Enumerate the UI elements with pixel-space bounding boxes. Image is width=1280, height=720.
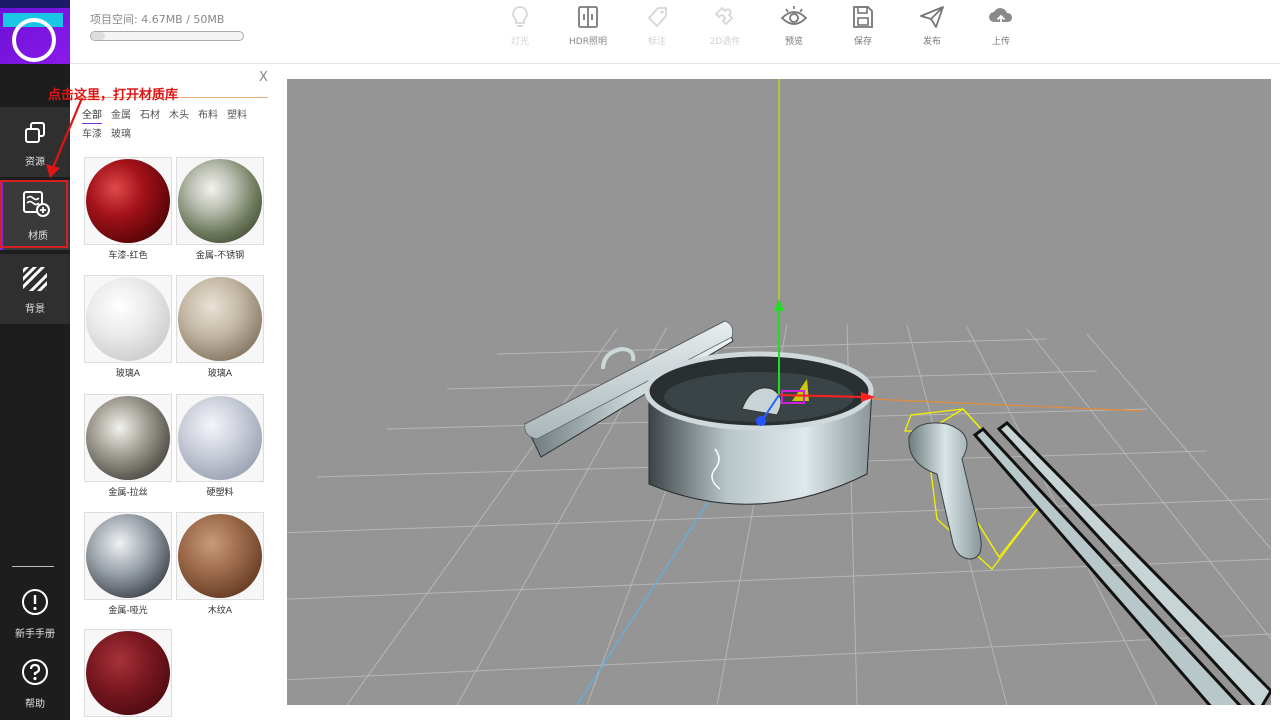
tool-tag-button[interactable]: 标注 — [627, 4, 687, 54]
sidebar-divider — [12, 566, 54, 567]
material-name: 金属-哑光 — [108, 606, 148, 616]
tag-icon — [647, 7, 667, 28]
tutorial-arrow-icon — [46, 97, 84, 178]
material-card[interactable]: 木纹A — [176, 512, 264, 616]
tool-label: 预览 — [784, 37, 803, 47]
sidebar-item-label: 新手手册 — [15, 629, 55, 640]
material-sphere — [178, 396, 262, 480]
app: 资源 材质 背景 新手手册 帮助 项目空间: 4.67MB / 50MB 灯光 … — [0, 0, 1280, 720]
material-name: 玻璃A — [115, 369, 141, 379]
logo-header-strip — [0, 0, 70, 8]
puzzle-icon — [714, 6, 734, 26]
material-sphere — [178, 277, 262, 361]
scene-canvas[interactable] — [287, 79, 1271, 705]
tool-save-button[interactable]: 保存 — [833, 4, 893, 54]
sidebar-item-label: 帮助 — [25, 699, 45, 710]
material-sphere — [86, 396, 170, 480]
sidebar-item-help[interactable]: 帮助 — [0, 654, 70, 720]
tool-label: 灯光 — [510, 37, 529, 47]
category-tab-metal[interactable]: 金属 — [111, 106, 131, 125]
material-thumbnail — [176, 157, 264, 245]
category-tab-wood[interactable]: 木头 — [169, 106, 189, 125]
material-card[interactable]: 金属-拉丝 — [84, 394, 172, 498]
sidebar-item-manual[interactable]: 新手手册 — [0, 584, 70, 654]
app-logo[interactable] — [0, 0, 70, 64]
tool-2d-button[interactable]: 2D选件 — [695, 4, 755, 54]
material-card[interactable] — [84, 629, 172, 720]
tool-label: 2D选件 — [709, 37, 741, 47]
category-tab-stone[interactable]: 石材 — [140, 106, 160, 125]
material-name: 金属-拉丝 — [108, 488, 148, 498]
top-toolbar: 项目空间: 4.67MB / 50MB 灯光 HDR照明 标注 2D选件 预览 … — [70, 0, 1280, 64]
tool-label: 保存 — [853, 37, 872, 47]
tool-preview-button[interactable]: 预览 — [764, 4, 824, 54]
material-card[interactable]: 玻璃A — [176, 275, 264, 379]
steamer-pot[interactable] — [644, 351, 874, 505]
material-library-panel: X 全部 金属 石材 木头 布料 塑料 车漆 玻璃 车漆-红色 金属-不锈钢 玻璃A 玻璃A … — [70, 64, 280, 720]
material-thumbnail — [176, 275, 264, 363]
sidebar-item-background[interactable]: 背景 — [0, 254, 70, 324]
material-sphere — [86, 514, 170, 598]
logo-icon — [12, 18, 56, 62]
project-space-progress-fill — [91, 32, 105, 40]
sidebar-item-material[interactable]: 材质 — [0, 180, 70, 250]
panel-close-button[interactable]: X — [259, 70, 268, 85]
eye-icon — [780, 6, 808, 25]
sidebar-item-label: 材质 — [28, 231, 48, 242]
category-tab-fabric[interactable]: 布料 — [198, 106, 218, 125]
material-card[interactable]: 金属-哑光 — [84, 512, 172, 616]
tool-publish-button[interactable]: 发布 — [902, 4, 962, 54]
category-tab-glass[interactable]: 玻璃 — [111, 125, 131, 144]
material-sphere — [178, 514, 262, 598]
tool-label: HDR照明 — [569, 37, 607, 47]
material-name: 硬塑料 — [206, 488, 234, 498]
info-icon — [22, 589, 48, 615]
material-card[interactable]: 玻璃A — [84, 275, 172, 379]
material-add-icon — [23, 191, 50, 217]
tool-hdr-button[interactable]: HDR照明 — [558, 4, 618, 54]
material-name: 木纹A — [207, 606, 233, 616]
material-thumbnail — [176, 394, 264, 482]
material-category-tabs: 全部 金属 石材 木头 布料 塑料 车漆 玻璃 — [82, 106, 262, 144]
material-thumbnail — [84, 394, 172, 482]
cloud-upload-icon — [989, 8, 1013, 26]
save-icon — [853, 6, 873, 28]
material-sphere — [86, 277, 170, 361]
material-card[interactable]: 金属-不锈钢 — [176, 157, 264, 261]
material-thumbnail — [84, 512, 172, 600]
send-icon — [920, 6, 944, 28]
bulb-icon — [512, 6, 528, 27]
material-sphere — [178, 159, 262, 243]
tool-label: 上传 — [991, 37, 1010, 47]
stripes-icon — [23, 267, 47, 291]
material-thumbnail — [176, 512, 264, 600]
hdr-icon — [578, 6, 598, 28]
tool-light-button[interactable]: 灯光 — [490, 4, 550, 54]
chopsticks-object[interactable] — [972, 421, 1271, 705]
material-thumbnail — [84, 275, 172, 363]
tool-label: 标注 — [647, 37, 666, 47]
material-name: 玻璃A — [207, 369, 233, 379]
material-sphere — [86, 631, 170, 715]
3d-viewport[interactable] — [287, 79, 1271, 705]
material-card[interactable]: 硬塑料 — [176, 394, 264, 498]
material-thumbnail — [84, 629, 172, 717]
project-space-label: 项目空间: 4.67MB / 50MB — [90, 13, 225, 26]
question-icon — [22, 659, 48, 685]
tool-upload-button[interactable]: 上传 — [971, 4, 1031, 54]
material-name: 金属-不锈钢 — [195, 251, 245, 261]
project-space-progress — [90, 31, 244, 41]
tool-label: 发布 — [922, 37, 941, 47]
sidebar-item-label: 背景 — [25, 304, 45, 315]
category-tab-plastic[interactable]: 塑料 — [227, 106, 247, 125]
material-name: 车漆-红色 — [108, 251, 148, 261]
